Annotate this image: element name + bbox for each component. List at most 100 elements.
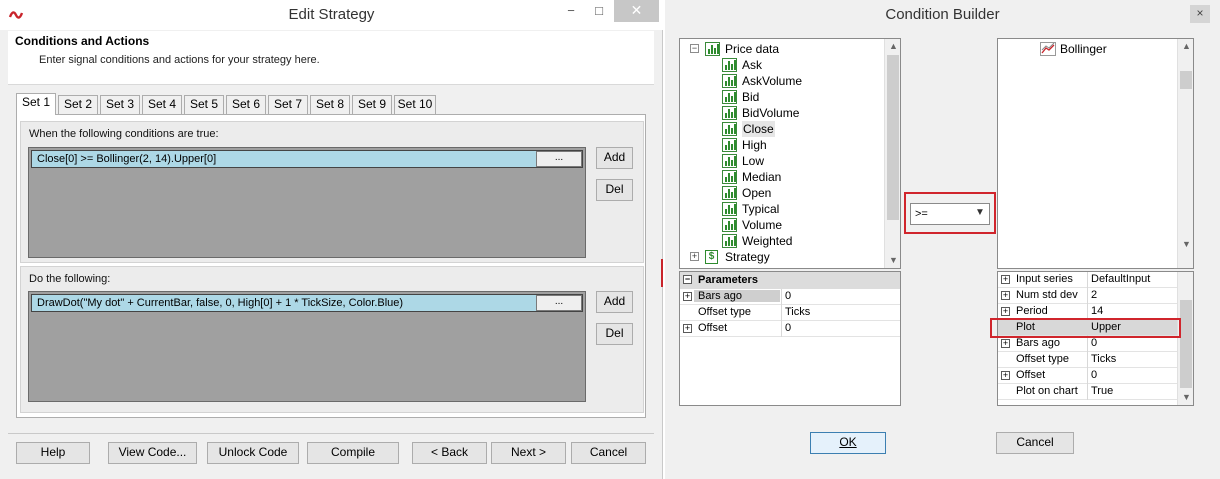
tab-set-10[interactable]: Set 10 (394, 95, 436, 114)
chart-icon (722, 106, 737, 120)
left-parameters-grid: − Parameters + Bars ago 0 Offset type Ti… (679, 271, 901, 406)
cancel-button[interactable]: Cancel (996, 432, 1074, 454)
collapse-icon[interactable]: − (683, 275, 692, 284)
condition-builder-window: Condition Builder × − Price data Ask AskV… (665, 0, 1220, 479)
help-button[interactable]: Help (16, 442, 90, 464)
chart-icon (722, 90, 737, 104)
expand-icon[interactable]: + (683, 292, 692, 301)
expand-icon[interactable]: + (1001, 291, 1010, 300)
header-panel: Conditions and Actions Enter signal cond… (8, 31, 654, 85)
delete-condition-button[interactable]: Del (596, 179, 633, 201)
expand-icon[interactable]: + (1001, 339, 1010, 348)
expand-icon[interactable]: + (1001, 307, 1010, 316)
tab-set-2[interactable]: Set 2 (58, 95, 98, 114)
parameters-header: − Parameters (680, 272, 900, 289)
operator-select[interactable]: >= ▼ (910, 203, 990, 225)
close-icon[interactable]: ✕ (614, 0, 659, 22)
edit-action-button[interactable]: ... (536, 295, 582, 311)
minimize-icon[interactable]: − (558, 0, 584, 22)
title-bar: Condition Builder × (665, 0, 1220, 30)
tab-set-8[interactable]: Set 8 (310, 95, 350, 114)
conditions-list: Close[0] >= Bollinger(2, 14).Upper[0] ..… (28, 147, 586, 258)
focus-marker (661, 259, 663, 287)
tab-set-4[interactable]: Set 4 (142, 95, 182, 114)
add-action-button[interactable]: Add (596, 291, 633, 313)
right-indicator-tree[interactable]: Bollinger ▲ ▼ (997, 38, 1194, 269)
chart-icon (722, 122, 737, 136)
conditions-label: When the following conditions are true: (29, 128, 219, 140)
edit-strategy-window: Edit Strategy − □ ✕ Conditions and Actio… (0, 0, 663, 479)
expand-icon[interactable]: + (1001, 275, 1010, 284)
unlock-code-button[interactable]: Unlock Code (207, 442, 299, 464)
right-parameters-grid: + Input series DefaultInput + Num std dev 2 + P… (997, 271, 1194, 406)
param-row-offset[interactable]: + Offset 0 (998, 368, 1177, 384)
expand-icon[interactable]: + (683, 324, 692, 333)
title-bar: Edit Strategy − □ ✕ (0, 0, 663, 30)
tab-set-1[interactable]: Set 1 (16, 93, 56, 115)
ok-button[interactable]: OK (810, 432, 886, 454)
chart-icon (722, 234, 737, 248)
chart-icon (722, 186, 737, 200)
compile-button[interactable]: Compile (307, 442, 399, 464)
right-params-scrollbar[interactable]: ▼ (1177, 272, 1193, 405)
header-title: Conditions and Actions (15, 34, 150, 48)
divider (8, 433, 654, 434)
right-tree-scrollbar[interactable]: ▲ ▼ (1177, 39, 1193, 268)
next-button[interactable]: Next > (491, 442, 566, 464)
action-text: DrawDot("My dot" + CurrentBar, false, 0,… (37, 297, 404, 309)
condition-row[interactable]: Close[0] >= Bollinger(2, 14).Upper[0] ..… (31, 150, 583, 168)
param-row-num-std-dev[interactable]: + Num std dev 2 (998, 288, 1177, 304)
chart-icon (722, 138, 737, 152)
back-button[interactable]: < Back (412, 442, 487, 464)
cancel-button[interactable]: Cancel (571, 442, 646, 464)
param-row-offset-type[interactable]: Offset type Ticks (680, 305, 900, 321)
chart-icon (722, 170, 737, 184)
collapse-icon[interactable]: − (690, 44, 699, 53)
expand-icon[interactable]: + (1001, 371, 1010, 380)
dollar-icon: $ (705, 250, 718, 264)
scroll-thumb[interactable] (1180, 71, 1192, 89)
chart-icon (722, 218, 737, 232)
scroll-down-icon[interactable]: ▼ (885, 253, 900, 267)
actions-label: Do the following: (29, 273, 111, 285)
action-row[interactable]: DrawDot("My dot" + CurrentBar, false, 0,… (31, 294, 583, 312)
scroll-thumb[interactable] (1180, 300, 1192, 388)
scroll-down-icon[interactable]: ▼ (1178, 390, 1193, 404)
tab-set-7[interactable]: Set 7 (268, 95, 308, 114)
view-code-button[interactable]: View Code... (108, 442, 197, 464)
scroll-up-icon[interactable]: ▲ (1178, 39, 1193, 53)
scroll-thumb[interactable] (887, 55, 899, 220)
chart-icon (722, 58, 737, 72)
scroll-down-icon[interactable]: ▼ (1178, 237, 1193, 251)
condition-text: Close[0] >= Bollinger(2, 14).Upper[0] (37, 153, 217, 165)
maximize-icon[interactable]: □ (586, 0, 612, 22)
plot-highlight-box (990, 318, 1181, 338)
tab-set-9[interactable]: Set 9 (352, 95, 392, 114)
actions-list: DrawDot("My dot" + CurrentBar, false, 0,… (28, 291, 586, 402)
tab-set-6[interactable]: Set 6 (226, 95, 266, 114)
chart-icon (705, 42, 720, 56)
header-subtitle: Enter signal conditions and actions for … (39, 54, 320, 66)
tab-set-5[interactable]: Set 5 (184, 95, 224, 114)
edit-condition-button[interactable]: ... (536, 151, 582, 167)
add-condition-button[interactable]: Add (596, 147, 633, 169)
scroll-up-icon[interactable]: ▲ (885, 39, 900, 53)
left-indicator-tree[interactable]: − Price data Ask AskVolume Bid BidVolume Clo… (679, 38, 901, 269)
close-icon[interactable]: × (1190, 5, 1210, 23)
window-title: Condition Builder (885, 6, 1000, 23)
param-row-offset-type[interactable]: Offset type Ticks (998, 352, 1177, 368)
chart-icon (722, 154, 737, 168)
expand-icon[interactable]: + (690, 252, 699, 261)
left-tree-scrollbar[interactable]: ▲ ▼ (884, 39, 900, 268)
param-row-bars-ago[interactable]: + Bars ago 0 (680, 289, 900, 305)
delete-action-button[interactable]: Del (596, 323, 633, 345)
chart-icon (722, 202, 737, 216)
chevron-down-icon[interactable]: ▼ (975, 207, 985, 218)
indicator-icon (1040, 42, 1056, 56)
param-row-input-series[interactable]: + Input series DefaultInput (998, 272, 1177, 288)
param-row-plot-on-chart[interactable]: Plot on chart True (998, 384, 1177, 400)
param-row-bars-ago[interactable]: + Bars ago 0 (998, 336, 1177, 352)
param-row-offset[interactable]: + Offset 0 (680, 321, 900, 337)
tab-set-3[interactable]: Set 3 (100, 95, 140, 114)
chart-icon (722, 74, 737, 88)
